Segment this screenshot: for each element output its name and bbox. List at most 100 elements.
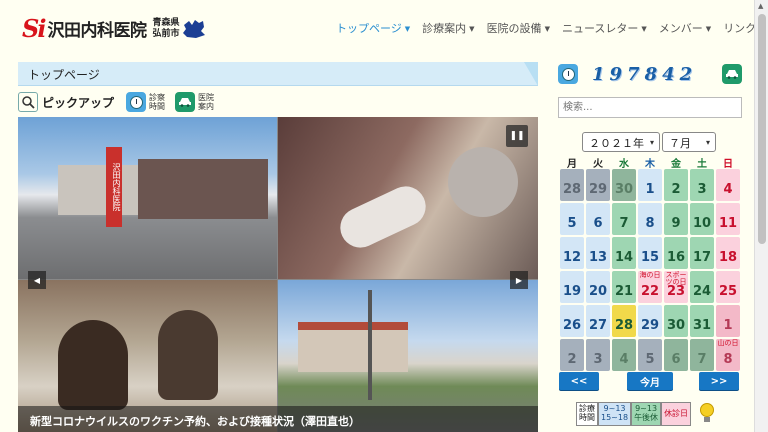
calendar-day-number: 5 xyxy=(645,352,655,367)
calendar-day[interactable]: 12 xyxy=(560,237,584,269)
legend-full-morning: 9~13 xyxy=(603,404,626,413)
next-month-button[interactable]: >> xyxy=(699,372,739,390)
calendar-grid: 28 29 30 1 2 3 4 5 6 7 8 9 10 11 12 13 14 15 16 17 18 19 20 21 海… xyxy=(560,169,741,371)
slide-caption[interactable]: 新型コロナウイルスのワクチン予約、および接種状況（澤田直也） xyxy=(18,406,538,432)
calendar-day[interactable]: 30 xyxy=(664,305,688,337)
site-header: Si 沢田内科医院 青森県 弘前市 トップページ ▼ 診療案内 ▼ 医院の設備 ▼ ニュース… xyxy=(0,0,767,56)
calendar-day[interactable]: 29 xyxy=(586,169,610,201)
calendar-day[interactable]: 21 xyxy=(612,271,636,303)
calendar-day-number: 31 xyxy=(692,318,712,333)
calendar-legend: 診療 時間 9~13 15~18 9~13 午後休 休診日 xyxy=(576,402,717,426)
calendar-day[interactable]: 11 xyxy=(716,203,740,235)
holiday-note: 海の日 xyxy=(639,271,661,279)
nav-item[interactable]: トップページ ▼ xyxy=(330,20,416,36)
calendar-day[interactable]: 14 xyxy=(612,237,636,269)
calendar-day[interactable]: 海の日 22 xyxy=(638,271,662,303)
hours-link[interactable]: 診察 時間 xyxy=(149,93,165,111)
calendar-day[interactable]: 18 xyxy=(716,237,740,269)
holiday-note: 山の日 xyxy=(717,339,739,347)
calendar-day[interactable]: 25 xyxy=(716,271,740,303)
this-month-button[interactable]: 今月 xyxy=(627,372,673,390)
calendar-day[interactable]: 5 xyxy=(560,203,584,235)
logo-city: 弘前市 xyxy=(152,28,180,39)
calendar-day[interactable]: 5 xyxy=(638,339,662,371)
calendar-day[interactable]: 28 xyxy=(612,305,636,337)
search-input[interactable] xyxy=(558,97,742,118)
calendar-day[interactable]: 7 xyxy=(690,339,714,371)
calendar-day-number: 12 xyxy=(562,250,582,265)
calendar-day[interactable]: 27 xyxy=(586,305,610,337)
nav-item[interactable]: ニュースレター ▼ xyxy=(556,20,653,36)
legend-hours-line1: 診療 xyxy=(579,404,595,413)
car-icon[interactable] xyxy=(722,64,742,84)
guide-link[interactable]: 医院 案内 xyxy=(198,93,214,111)
calendar-day-number: 3 xyxy=(593,352,603,367)
calendar-day[interactable]: 2 xyxy=(560,339,584,371)
calendar-day[interactable]: 2 xyxy=(664,169,688,201)
calendar-day[interactable]: 1 xyxy=(638,169,662,201)
calendar-day[interactable]: 17 xyxy=(690,237,714,269)
calendar-day[interactable]: 13 xyxy=(586,237,610,269)
calendar-day[interactable]: 6 xyxy=(586,203,610,235)
clinic-exterior-photo: 沢田内科医院 xyxy=(18,117,277,279)
calendar-day-number: 19 xyxy=(562,284,582,299)
nav-item[interactable]: メンバー ▼ xyxy=(653,20,717,36)
calendar-day[interactable]: 31 xyxy=(690,305,714,337)
calendar-day[interactable]: 26 xyxy=(560,305,584,337)
legend-hours-line2: 時間 xyxy=(579,413,595,422)
weekday-label: 月 xyxy=(567,159,577,170)
calendar-day[interactable]: 7 xyxy=(612,203,636,235)
calendar-day-number: 7 xyxy=(619,216,629,231)
calendar-day[interactable]: 10 xyxy=(690,203,714,235)
calendar-day[interactable]: 3 xyxy=(690,169,714,201)
calendar-day[interactable]: 1 xyxy=(716,305,740,337)
calendar-day[interactable]: 4 xyxy=(612,339,636,371)
scroll-thumb[interactable] xyxy=(758,14,766,244)
nav-item-label: ニュースレター xyxy=(561,22,639,35)
caret-down-icon: ▼ xyxy=(641,25,647,33)
calendar-day[interactable]: 山の日 8 xyxy=(716,339,740,371)
year-select[interactable]: ２０２１年 ▾ xyxy=(582,132,660,152)
pause-button[interactable]: ❚❚ xyxy=(506,125,528,147)
calendar-day[interactable]: 20 xyxy=(586,271,610,303)
calendar-day[interactable]: 4 xyxy=(716,169,740,201)
calendar-day[interactable]: 24 xyxy=(690,271,714,303)
lightbulb-icon[interactable] xyxy=(697,402,717,426)
calendar-day[interactable]: 29 xyxy=(638,305,662,337)
calendar-day-number: 28 xyxy=(614,318,634,333)
calendar-day[interactable]: 16 xyxy=(664,237,688,269)
calendar-day[interactable]: 8 xyxy=(638,203,662,235)
page-scrollbar[interactable]: ▲ xyxy=(754,0,768,432)
prev-slide-button[interactable]: ◀ xyxy=(28,271,46,289)
photo-slideshow[interactable]: 沢田内科医院 ❚❚ ◀ ▶ 新型コロナウイルスのワクチン予約、および接種状況（澤… xyxy=(18,117,538,432)
car-icon[interactable] xyxy=(175,92,196,112)
calendar-day-number: 24 xyxy=(692,284,712,299)
clock-icon[interactable] xyxy=(558,64,578,84)
calendar-day[interactable]: 6 xyxy=(664,339,688,371)
calendar-day[interactable]: 15 xyxy=(638,237,662,269)
page-title-bar: トップページ xyxy=(18,62,538,86)
nav-item[interactable]: 医院の設備 ▼ xyxy=(481,20,556,36)
calendar-day-number: 30 xyxy=(614,182,634,197)
nav-item-label: トップページ xyxy=(336,22,402,35)
calendar-day-number: 7 xyxy=(697,352,707,367)
calendar-day[interactable]: 9 xyxy=(664,203,688,235)
month-select[interactable]: ７月 ▾ xyxy=(662,132,716,152)
scroll-up-arrow-icon[interactable]: ▲ xyxy=(758,2,763,10)
next-slide-button[interactable]: ▶ xyxy=(510,271,528,289)
calendar-day[interactable]: スポーツの日 23 xyxy=(664,271,688,303)
calendar-day[interactable]: 3 xyxy=(586,339,610,371)
calendar-day[interactable]: 28 xyxy=(560,169,584,201)
nav-item[interactable]: 診療案内 ▼ xyxy=(416,20,480,36)
site-logo[interactable]: Si 沢田内科医院 青森県 弘前市 xyxy=(22,14,207,43)
calendar-day[interactable]: 19 xyxy=(560,271,584,303)
calendar-day[interactable]: 30 xyxy=(612,169,636,201)
calendar-day-number: 6 xyxy=(593,216,603,231)
weekday-label: 土 xyxy=(697,159,707,170)
calendar-nav: << 今月 >> xyxy=(559,372,741,390)
prev-month-button[interactable]: << xyxy=(559,372,599,390)
pickup-label: ピックアップ xyxy=(42,95,115,110)
clock-icon[interactable] xyxy=(126,92,147,112)
calendar-day-number: 1 xyxy=(723,318,733,333)
weekday-label: 水 xyxy=(619,159,629,170)
